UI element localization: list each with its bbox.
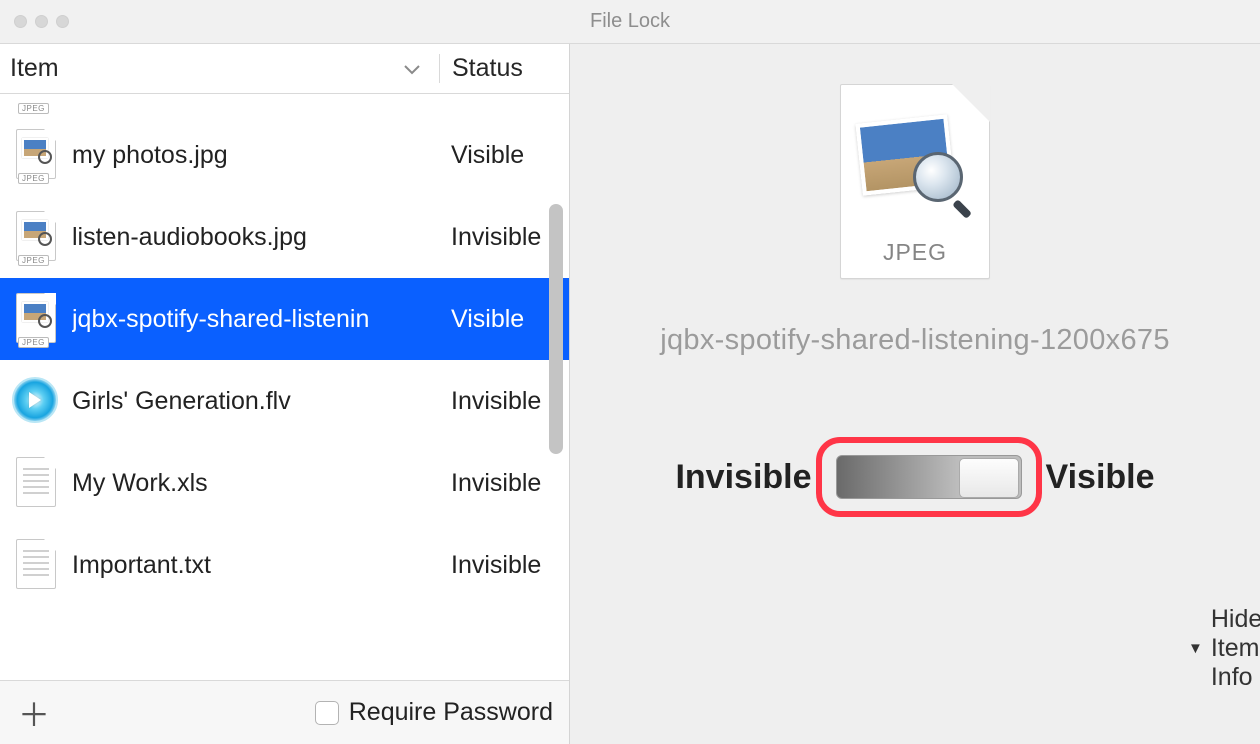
window-title: File Lock xyxy=(590,10,670,33)
partial-row: JPEG xyxy=(0,94,569,114)
visibility-toggle[interactable] xyxy=(836,455,1022,499)
file-name: listen-audiobooks.jpg xyxy=(72,223,439,252)
checkbox-icon[interactable] xyxy=(315,701,339,725)
list-column-headers: Item Status xyxy=(0,44,569,94)
chevron-down-icon xyxy=(403,54,421,83)
table-row[interactable]: JPEGlisten-audiobooks.jpgInvisible xyxy=(0,196,569,278)
file-list-pane: Item Status JPEG JPEGmy photos.jpgVisibl… xyxy=(0,44,570,744)
column-header-status-label: Status xyxy=(452,54,523,82)
annotation-highlight-box xyxy=(816,437,1042,517)
table-row[interactable]: JPEGjqbx-spotify-shared-listeninVisible xyxy=(0,278,569,360)
left-footer: ＋ Require Password xyxy=(0,680,569,744)
file-icon xyxy=(0,457,72,509)
toggle-label-invisible: Invisible xyxy=(675,458,815,497)
file-name: Girls' Generation.flv xyxy=(72,387,439,416)
file-icon xyxy=(0,377,72,425)
jpeg-badge: JPEG xyxy=(18,103,49,114)
table-row[interactable]: My Work.xlsInvisible xyxy=(0,442,569,524)
table-row[interactable]: Girls' Generation.flvInvisible xyxy=(0,360,569,442)
file-icon: JPEG xyxy=(0,293,72,345)
file-name: my photos.jpg xyxy=(72,141,439,170)
file-name: Important.txt xyxy=(72,551,439,580)
column-header-item[interactable]: Item xyxy=(0,54,439,83)
window-minimize-icon[interactable] xyxy=(35,15,48,28)
file-icon: JPEG xyxy=(0,211,72,263)
file-name: jqbx-spotify-shared-listenin xyxy=(72,305,439,334)
table-row[interactable]: Important.txtInvisible xyxy=(0,524,569,606)
titlebar: File Lock xyxy=(0,0,1260,44)
require-password-toggle[interactable]: Require Password xyxy=(315,698,553,727)
file-list-body[interactable]: JPEG JPEGmy photos.jpgVisibleJPEGlisten-… xyxy=(0,94,569,680)
toggle-knob[interactable] xyxy=(959,458,1019,498)
magnifier-icon xyxy=(913,152,977,216)
preview-file-icon: JPEG xyxy=(830,84,1000,284)
preview-filename: jqbx-spotify-shared-listening-1200x675 xyxy=(635,324,1195,357)
file-status: Visible xyxy=(439,141,569,170)
hide-item-info-toggle[interactable]: ▼ Hide Item Info xyxy=(1188,605,1260,692)
table-row[interactable]: JPEGmy photos.jpgVisible xyxy=(0,114,569,196)
column-header-item-label: Item xyxy=(10,54,59,83)
require-password-label: Require Password xyxy=(349,698,553,727)
file-icon: JPEG xyxy=(0,129,72,181)
preview-pane: JPEG jqbx-spotify-shared-listening-1200x… xyxy=(570,44,1260,744)
hide-item-info-label: Hide Item Info xyxy=(1211,605,1260,692)
window-zoom-icon[interactable] xyxy=(56,15,69,28)
preview-type-badge: JPEG xyxy=(841,239,989,266)
column-header-status[interactable]: Status xyxy=(439,54,569,83)
file-name: My Work.xls xyxy=(72,469,439,498)
toggle-label-visible: Visible xyxy=(1042,458,1155,497)
scrollbar[interactable] xyxy=(549,204,565,644)
triangle-down-icon: ▼ xyxy=(1188,640,1203,657)
add-button[interactable]: ＋ xyxy=(16,690,52,736)
file-icon xyxy=(0,539,72,591)
scrollbar-thumb[interactable] xyxy=(549,204,563,454)
window-close-icon[interactable] xyxy=(14,15,27,28)
